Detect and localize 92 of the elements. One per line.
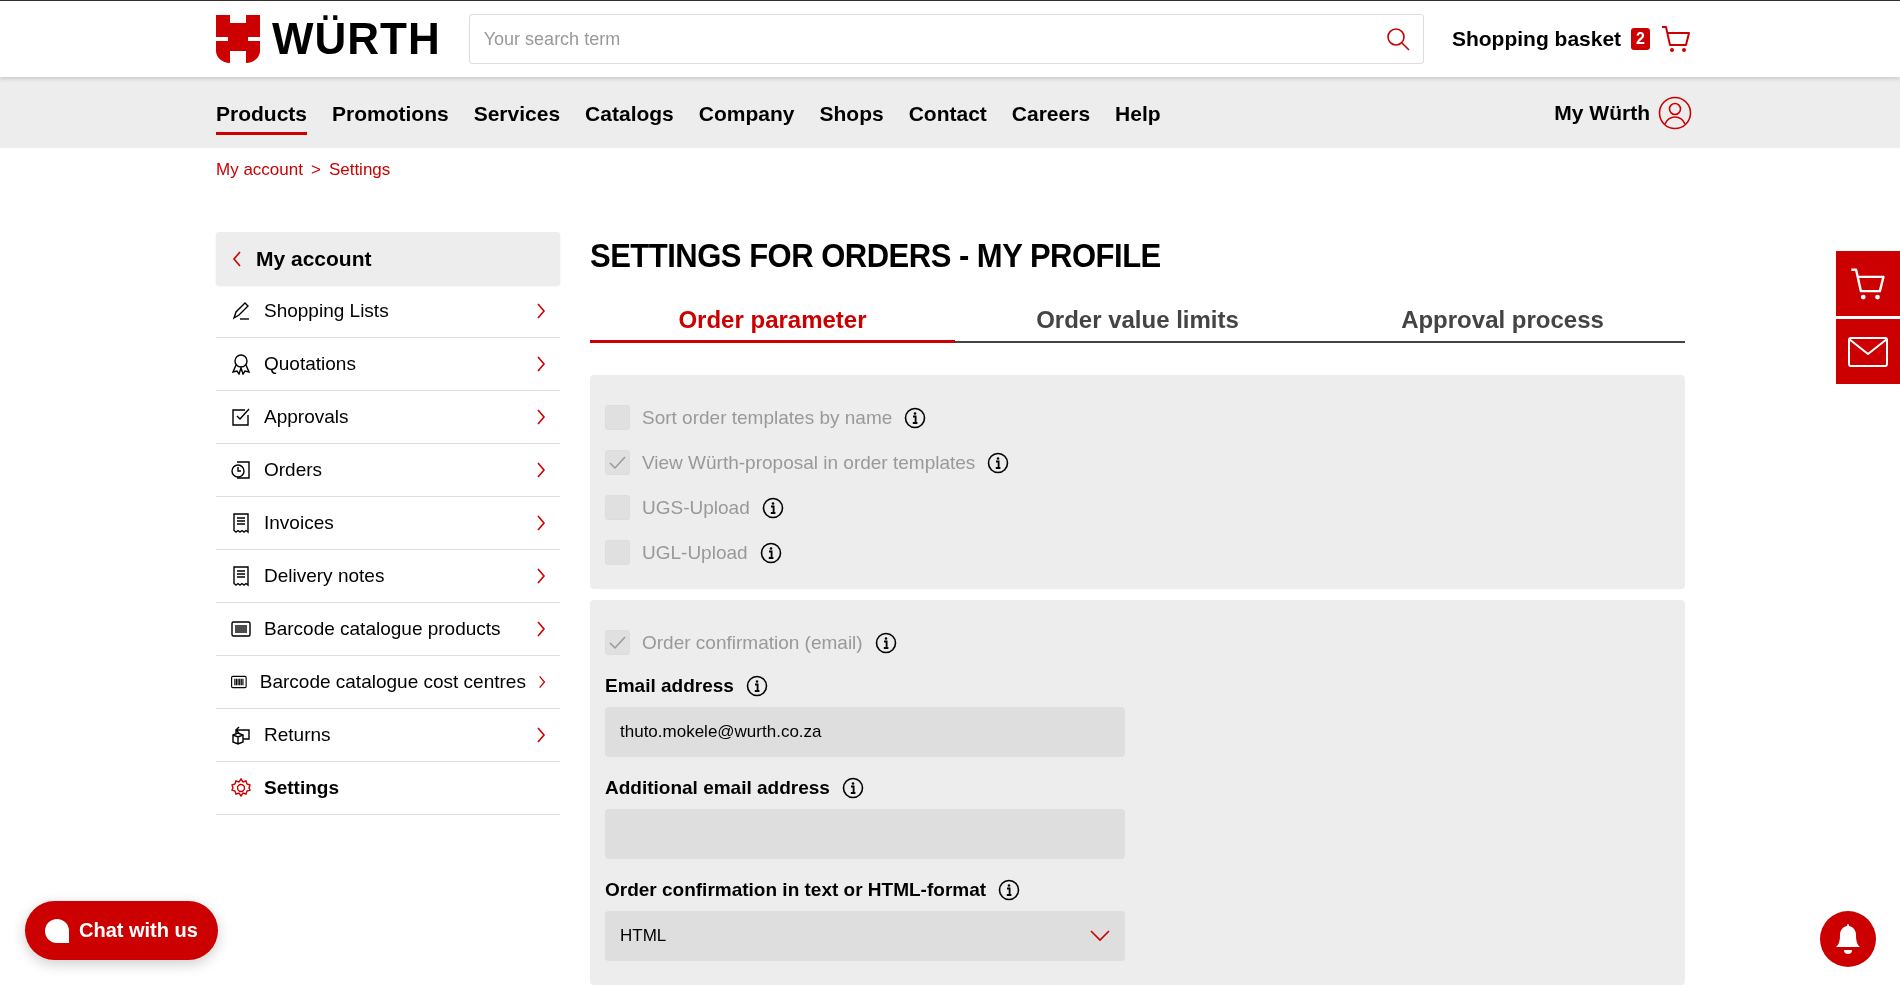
format-select[interactable]: HTML (605, 911, 1125, 961)
breadcrumb-separator: > (310, 160, 321, 180)
shopping-basket-link[interactable]: Shopping basket 2 (1451, 23, 1692, 56)
nav-item[interactable]: Careers (1011, 96, 1091, 136)
checkbox-icon (230, 406, 252, 428)
field-label: Order confirmation in text or HTML-format (605, 879, 987, 901)
chevron-right-icon (536, 303, 546, 319)
receipt-icon (230, 512, 252, 534)
sidebar-item-label: Barcode catalogue products (264, 618, 502, 640)
chevron-right-icon (536, 568, 546, 584)
field-label: Email address (605, 675, 734, 697)
chevron-right-icon (536, 727, 546, 743)
page-title: SETTINGS FOR ORDERS - MY PROFILE (590, 236, 1162, 276)
sidebar-item-label: Invoices (264, 512, 335, 534)
checkbox-label: Sort order templates by name (642, 406, 893, 429)
info-icon[interactable] (998, 879, 1021, 901)
info-icon[interactable] (841, 777, 864, 799)
tab[interactable]: Order value limits (955, 300, 1320, 343)
sidebar-item[interactable]: Approvals (216, 391, 560, 444)
sidebar-back-item[interactable]: My account (216, 232, 560, 285)
checkbox-label: Order confirmation (email) (642, 631, 863, 654)
bell-icon (1833, 923, 1863, 955)
barcode-icon (230, 618, 252, 640)
sidebar-item[interactable]: Orders (216, 444, 560, 497)
back-chevron-icon (232, 250, 242, 267)
sidebar-item[interactable]: Delivery notes (216, 550, 560, 603)
sidebar-item[interactable]: Invoices (216, 497, 560, 550)
box-arrow-icon (230, 724, 252, 746)
chevron-right-icon (536, 409, 546, 425)
sidebar-item[interactable]: Barcode catalogue cost centres (216, 656, 560, 709)
logo-icon (216, 15, 260, 64)
notification-button[interactable] (1820, 911, 1876, 967)
sidebar-item[interactable]: Settings (216, 762, 560, 815)
info-icon[interactable] (745, 675, 768, 697)
chevron-right-icon (536, 356, 546, 372)
tab[interactable]: Approval process (1320, 300, 1685, 343)
info-icon[interactable] (874, 631, 897, 654)
clock-document-icon (230, 459, 252, 481)
pencil-icon (230, 300, 252, 322)
nav-item[interactable]: Services (473, 96, 561, 136)
checkmark-icon (609, 635, 626, 650)
checkbox-label: UGS-Upload (642, 496, 750, 519)
search-field[interactable]: Your search term (468, 14, 1424, 65)
sidebar-item[interactable]: Barcode catalogue products (216, 603, 560, 656)
email-input-field[interactable]: thuto.mokele@wurth.co.za (605, 707, 1125, 757)
checkbox-label: View Würth-proposal in order templates (642, 451, 976, 474)
sidebar-item-label: Quotations (264, 353, 357, 375)
chevron-right-icon (536, 462, 546, 478)
nav-item[interactable]: Contact (908, 96, 987, 136)
nav-item[interactable]: Products (216, 96, 307, 136)
sidebar-item-label: Returns (264, 724, 332, 746)
chevron-right-icon (536, 515, 546, 531)
info-icon[interactable] (761, 496, 784, 519)
field-label: Additional email address (605, 777, 830, 799)
breadcrumb-link[interactable]: My account (216, 160, 303, 180)
floating-cart-button[interactable] (1836, 251, 1900, 316)
chevron-right-icon (537, 674, 546, 690)
logo-text: WÜRTH (272, 14, 441, 65)
sidebar-item-label: Barcode catalogue cost centres (259, 671, 526, 693)
checkmark-icon (609, 455, 626, 470)
chevron-right-icon (536, 621, 546, 637)
chat-button[interactable]: Chat with us (25, 901, 218, 960)
settings-icon (230, 777, 252, 799)
receipt-icon (230, 565, 252, 587)
sidebar-item-label: Orders (264, 459, 324, 481)
checkbox-label: UGL-Upload (642, 541, 748, 564)
caret-icon (1090, 930, 1110, 942)
floating-mail-button[interactable] (1836, 319, 1900, 384)
tab[interactable]: Order parameter (590, 300, 955, 343)
info-icon[interactable] (987, 451, 1010, 474)
mail-icon (1848, 336, 1888, 367)
nav-item[interactable]: Catalogs (585, 96, 674, 136)
award-ribbon-icon (230, 353, 252, 375)
my-account-link[interactable]: My Würth (1554, 95, 1692, 130)
nav-item[interactable]: Help (1115, 96, 1161, 136)
chat-bubble-icon (45, 918, 69, 943)
sidebar-item-label: Approvals (264, 406, 350, 428)
sidebar-item[interactable]: Returns (216, 709, 560, 762)
nav-item[interactable]: Promotions (332, 96, 449, 136)
user-icon (1658, 95, 1692, 130)
sidebar-item-label: Shopping Lists (264, 300, 390, 322)
info-icon[interactable] (904, 406, 927, 429)
sidebar-item-label: Settings (264, 777, 340, 799)
nav-item[interactable]: Company (698, 96, 795, 136)
sidebar-item-label: Delivery notes (264, 565, 386, 587)
sidebar-item[interactable]: Shopping Lists (216, 285, 560, 338)
info-icon[interactable] (759, 541, 782, 564)
basket-count-badge: 2 (1631, 28, 1650, 51)
search-icon[interactable] (1385, 27, 1410, 52)
sidebar-item[interactable]: Quotations (216, 338, 560, 391)
nav-item[interactable]: Shops (819, 96, 884, 136)
breadcrumb-link[interactable]: Settings (328, 160, 391, 180)
